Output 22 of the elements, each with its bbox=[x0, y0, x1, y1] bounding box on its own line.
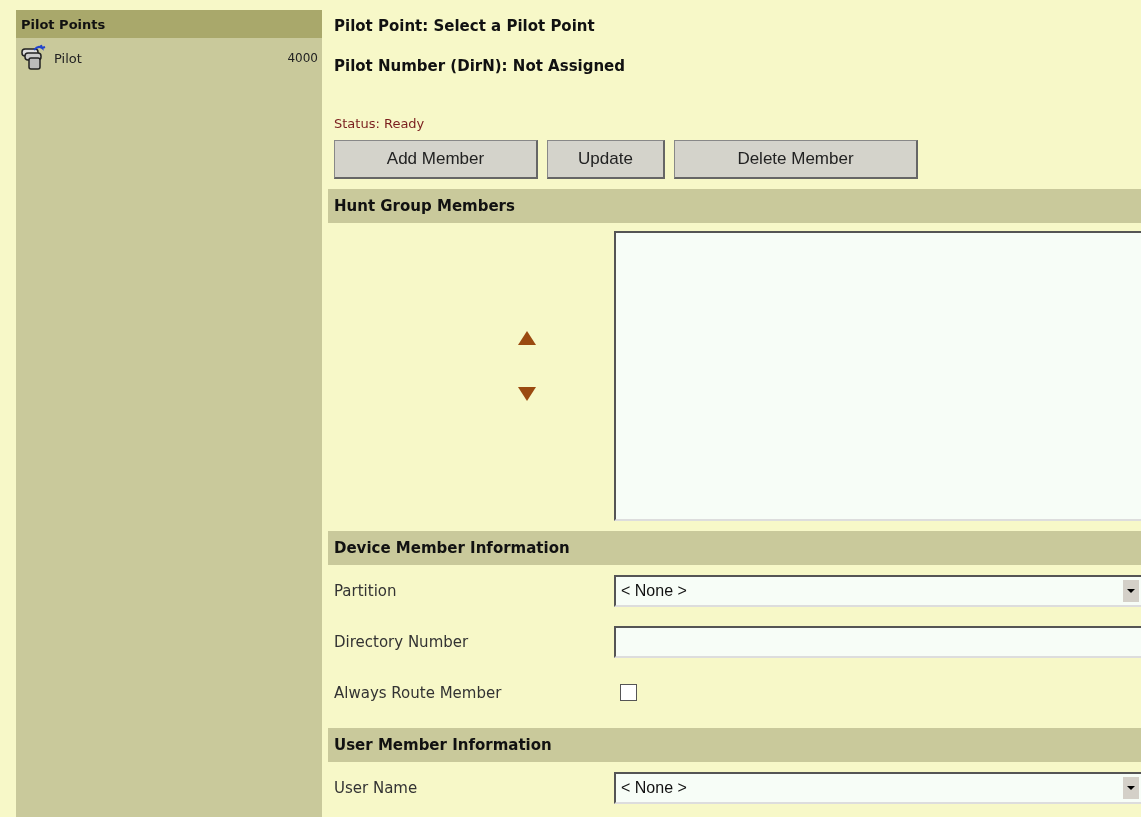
move-down-icon[interactable] bbox=[518, 387, 536, 401]
field-label: Always Route Member bbox=[333, 683, 503, 702]
input-field[interactable] bbox=[614, 625, 1141, 658]
section-header: User Member Information bbox=[328, 728, 1141, 762]
dropdown-field[interactable]: < None > bbox=[614, 771, 1141, 804]
action-button[interactable]: Delete Member bbox=[674, 140, 918, 179]
phones-icon bbox=[20, 44, 48, 72]
sidebar-item[interactable]: Pilot 4000 bbox=[16, 38, 322, 78]
dropdown-field[interactable]: < None > bbox=[614, 574, 1141, 607]
action-button[interactable]: Add Member bbox=[334, 140, 538, 179]
status-text: Status: Ready bbox=[333, 116, 426, 131]
checkbox[interactable] bbox=[620, 684, 637, 701]
move-up-icon[interactable] bbox=[518, 331, 536, 345]
field-label: Directory Number bbox=[333, 632, 470, 651]
section-header: Hunt Group Members bbox=[328, 189, 1141, 223]
action-button[interactable]: Update bbox=[547, 140, 665, 179]
sidebar-title: Pilot Points bbox=[16, 10, 322, 38]
field-label: Partition bbox=[333, 581, 398, 600]
field-label: User Name bbox=[333, 778, 419, 797]
pilot-number-heading: Pilot Number (DirN): Not Assigned bbox=[333, 57, 627, 77]
section-header: Device Member Information bbox=[328, 531, 1141, 565]
pilot-point-heading: Pilot Point: Select a Pilot Point bbox=[333, 17, 596, 37]
